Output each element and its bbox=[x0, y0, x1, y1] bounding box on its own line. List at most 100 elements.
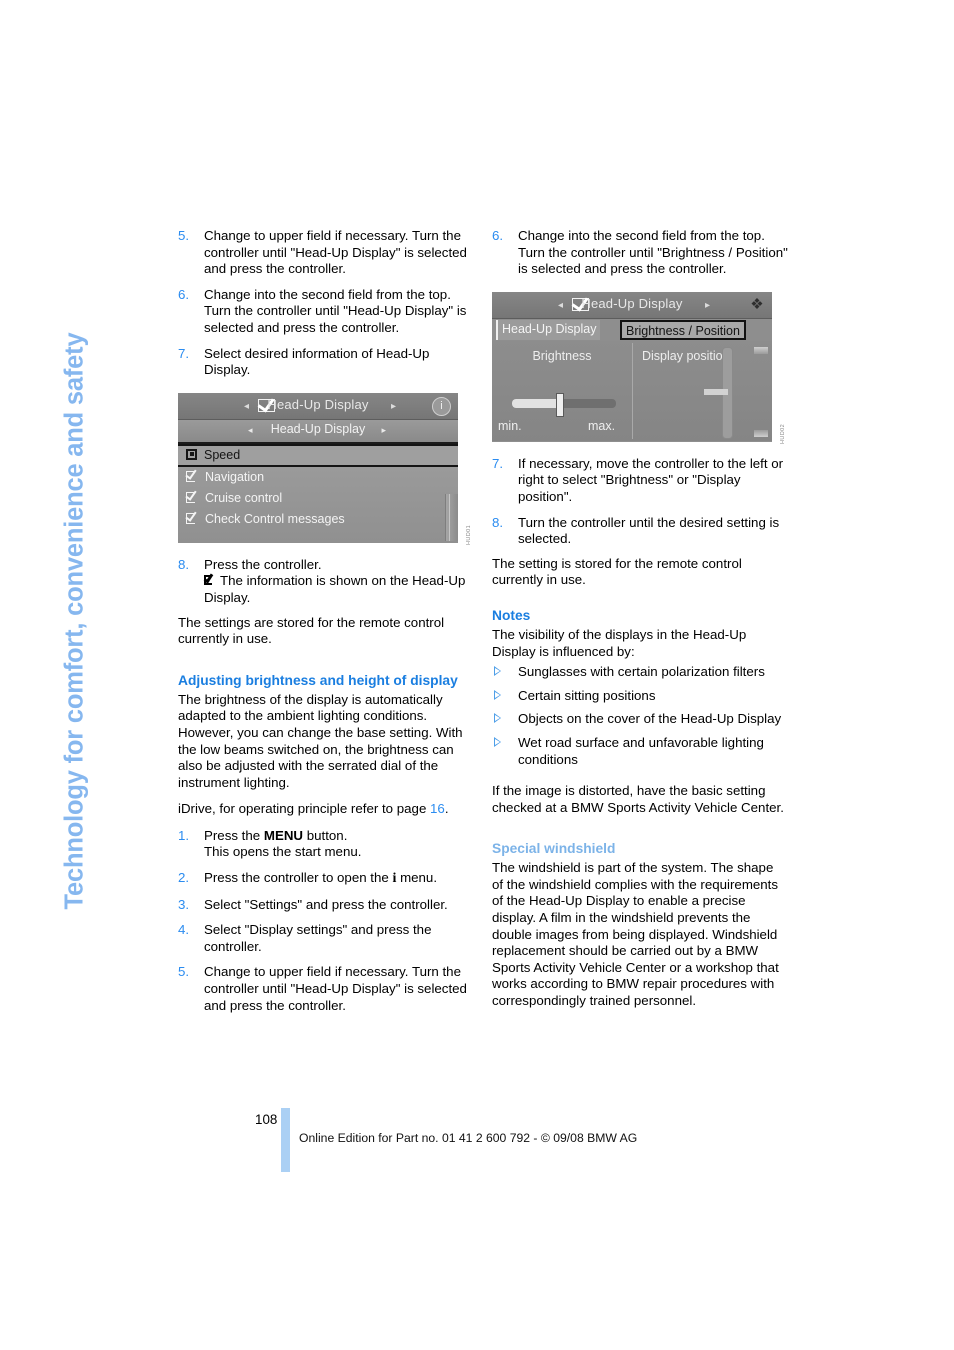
figure-code: HUD01 bbox=[466, 524, 472, 545]
list-item: Certain sitting positions bbox=[492, 688, 788, 705]
step-text: Press the controller. bbox=[204, 556, 322, 572]
list-item: 5. Change to upper field if necessary. T… bbox=[178, 964, 474, 1014]
list-item: 1. Press the MENU button. This opens the… bbox=[178, 828, 474, 861]
chevron-right-icon: ▸ bbox=[390, 400, 396, 412]
step-text: Change into the second field from the to… bbox=[204, 286, 467, 335]
option-label: Speed bbox=[204, 447, 241, 462]
step-number: 5. bbox=[178, 964, 190, 980]
brightness-slider-fill bbox=[512, 398, 560, 408]
bullet-text: Certain sitting positions bbox=[518, 687, 656, 703]
steps-list-top: 5. Change to upper field if necessary. T… bbox=[178, 228, 474, 379]
checkbox-checked-icon bbox=[185, 467, 199, 483]
step-text: Select desired information of Head-Up Di… bbox=[204, 345, 430, 378]
list-item: 7. If necessary, move the controller to … bbox=[492, 456, 788, 506]
tab-head-up-display: Head-Up Display bbox=[496, 319, 601, 340]
pane-divider bbox=[632, 342, 633, 439]
display-position-label: Display position bbox=[642, 348, 730, 363]
idrive-header-title: Head-Up Display bbox=[267, 396, 369, 412]
list-item: Objects on the cover of the Head-Up Disp… bbox=[492, 711, 788, 728]
list-item: Wet road surface and unfavorable lightin… bbox=[492, 735, 788, 768]
chevron-right-icon: ▸ bbox=[704, 299, 710, 311]
step-number: 8. bbox=[492, 514, 504, 530]
list-item: 3. Select "Settings" and press the contr… bbox=[178, 897, 474, 914]
paragraph-setting-stored: The setting is stored for the remote con… bbox=[492, 555, 742, 588]
paragraph-windshield: The windshield is part of the system. Th… bbox=[492, 860, 779, 1009]
idrive-ref-post: . bbox=[444, 801, 449, 817]
tab-brightness-position: Brightness / Position bbox=[620, 319, 746, 340]
list-item: 2. Press the controller to open the i me… bbox=[178, 870, 474, 888]
step-text-pre: Press the controller to open the bbox=[204, 870, 393, 886]
list-item: Speed bbox=[178, 443, 458, 467]
idrive-header-title: Head-Up Display bbox=[581, 295, 683, 311]
footer-accent-bar bbox=[281, 1108, 290, 1172]
step-text: Change to upper field if necessary. Turn… bbox=[204, 228, 467, 277]
list-item: 8. Press the controller. The information… bbox=[178, 557, 474, 607]
step-text: Select "Settings" and press the controll… bbox=[204, 896, 448, 912]
brightness-label: Brightness bbox=[532, 348, 592, 363]
step-number: 2. bbox=[178, 870, 190, 886]
step-text: Change into the second field from the to… bbox=[518, 228, 788, 277]
idrive-submenu-bar: ◂ Head-Up Display ▸ bbox=[178, 419, 458, 444]
step-6-list: 6. Change into the second field from the… bbox=[492, 228, 788, 278]
step-number: 4. bbox=[178, 922, 190, 938]
right-column: 6. Change into the second field from the… bbox=[492, 228, 788, 1020]
scrollbar bbox=[445, 493, 458, 541]
heading-notes: Notes bbox=[492, 607, 531, 623]
step-text-post: button. bbox=[303, 827, 348, 843]
idrive-header-bar: ◂ Head-Up Display ▸ ❖ bbox=[492, 291, 772, 319]
step-text: Change to upper field if necessary. Turn… bbox=[204, 964, 467, 1013]
step-text: If necessary, move the controller to the… bbox=[518, 455, 784, 504]
option-label: Cruise control bbox=[205, 490, 283, 505]
idrive-option-list: Speed Navigation Cruise control Check Co… bbox=[178, 443, 458, 543]
paragraph-visibility: The visibility of the displays in the He… bbox=[492, 626, 747, 659]
idrive-submenu-title: Head-Up Display bbox=[270, 421, 366, 436]
brightness-slider-knob bbox=[556, 392, 564, 417]
checkbox-checked-icon bbox=[185, 488, 199, 504]
info-icon: i bbox=[432, 396, 451, 416]
idrive-screenshot-brightness-position: ◂ Head-Up Display ▸ ❖ Head-Up Display Br… bbox=[492, 291, 772, 442]
list-item: Sunglasses with certain polarization fil… bbox=[492, 664, 788, 681]
step-number: 5. bbox=[178, 228, 190, 243]
option-label: Check Control messages bbox=[205, 511, 345, 526]
idrive-screenshot-content-list: ◂ Head-Up Display ▸ i ◂ Head-Up Display … bbox=[178, 392, 458, 543]
controller-cursor-icon: ❖ bbox=[750, 295, 764, 313]
steps-list-after-figure: 7. If necessary, move the controller to … bbox=[492, 456, 788, 548]
step-number: 7. bbox=[492, 455, 504, 471]
step-number: 6. bbox=[178, 286, 190, 302]
bullet-text: Sunglasses with certain polarization fil… bbox=[518, 664, 765, 680]
position-up-marker-icon bbox=[754, 346, 768, 354]
list-item: 8. Turn the controller until the desired… bbox=[492, 515, 788, 548]
step-text-pre: Press the bbox=[204, 827, 264, 843]
paragraph-brightness: The brightness of the display is automat… bbox=[178, 691, 463, 790]
left-column: 5. Change to upper field if necessary. T… bbox=[178, 228, 474, 1014]
list-item: Navigation bbox=[178, 467, 458, 488]
option-label: Navigation bbox=[205, 469, 265, 484]
step-text-post: menu. bbox=[396, 870, 438, 886]
step-number: 1. bbox=[178, 827, 190, 843]
figure-hud-content-list: ◂ Head-Up Display ▸ i ◂ Head-Up Display … bbox=[178, 392, 474, 545]
idrive-settings-panes: Brightness Display position min. max. bbox=[492, 340, 772, 441]
checkbox-checked-icon bbox=[185, 509, 199, 525]
step-number: 8. bbox=[178, 556, 190, 572]
menu-button-label: MENU bbox=[263, 827, 304, 843]
visibility-factors-list: Sunglasses with certain polarization fil… bbox=[492, 664, 788, 768]
bullet-text: Wet road surface and unfavorable lightin… bbox=[518, 734, 764, 767]
step-text: Turn the controller until the desired se… bbox=[518, 514, 780, 547]
list-item: Cruise control bbox=[178, 488, 458, 509]
list-item: 5. Change to upper field if necessary. T… bbox=[178, 228, 474, 278]
idrive-ref-pre: iDrive, for operating principle refer to… bbox=[178, 801, 431, 817]
figure-brightness-position: ◂ Head-Up Display ▸ ❖ Head-Up Display Br… bbox=[492, 291, 788, 444]
list-item: 6. Change into the second field from the… bbox=[492, 228, 788, 278]
display-position-slider-knob bbox=[704, 388, 728, 395]
heading-adjusting-brightness: Adjusting brightness and height of displ… bbox=[178, 672, 458, 688]
page-reference-link[interactable]: 16 bbox=[430, 801, 445, 816]
page-footer: 108 Online Edition for Part no. 01 41 2 … bbox=[0, 1104, 954, 1194]
step-8-list: 8. Press the controller. The information… bbox=[178, 557, 474, 607]
step-number: 3. bbox=[178, 896, 190, 912]
step-text-second-line: This opens the start menu. bbox=[204, 844, 362, 860]
paragraph-settings-stored: The settings are stored for the remote c… bbox=[178, 614, 445, 647]
idrive-tab-bar: Head-Up Display Brightness / Position bbox=[492, 318, 772, 341]
heading-special-windshield: Special windshield bbox=[492, 841, 616, 857]
position-down-marker-icon bbox=[754, 429, 768, 437]
check-mark-icon bbox=[203, 572, 217, 586]
